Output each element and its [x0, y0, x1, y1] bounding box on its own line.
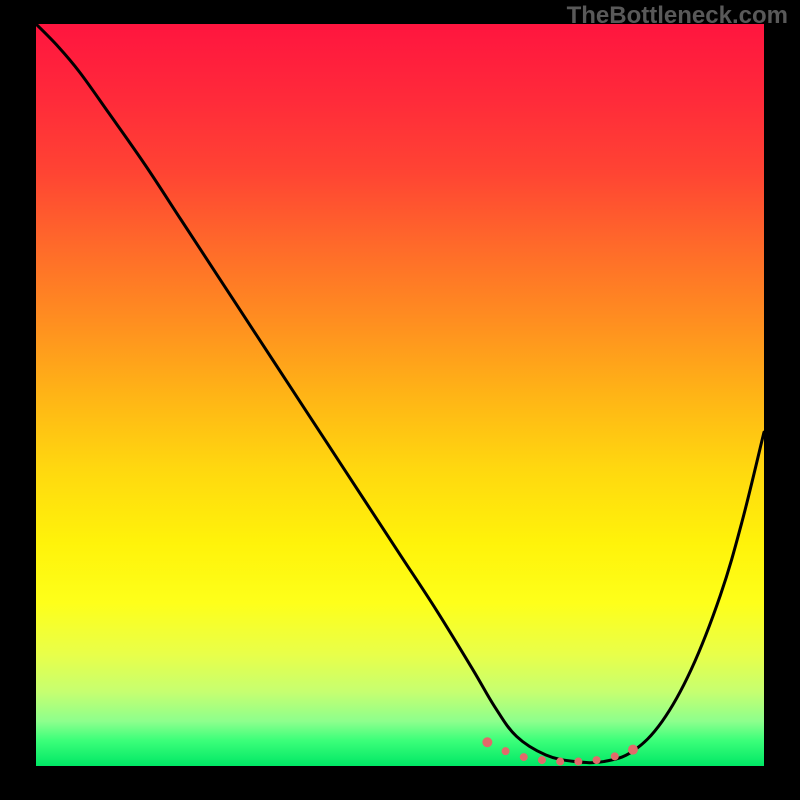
- marker-dot: [538, 756, 546, 764]
- marker-dot: [628, 745, 638, 755]
- marker-dot: [574, 758, 582, 766]
- marker-dot: [520, 753, 528, 761]
- marker-dot: [482, 737, 492, 747]
- chart-frame: TheBottleneck.com: [0, 0, 800, 800]
- marker-dot: [593, 756, 601, 764]
- watermark-text: TheBottleneck.com: [567, 2, 788, 30]
- marker-dot: [611, 752, 619, 760]
- marker-dot: [502, 747, 510, 755]
- bottleneck-curve-chart: [0, 0, 800, 800]
- gradient-background: [36, 24, 764, 766]
- marker-dot: [556, 758, 564, 766]
